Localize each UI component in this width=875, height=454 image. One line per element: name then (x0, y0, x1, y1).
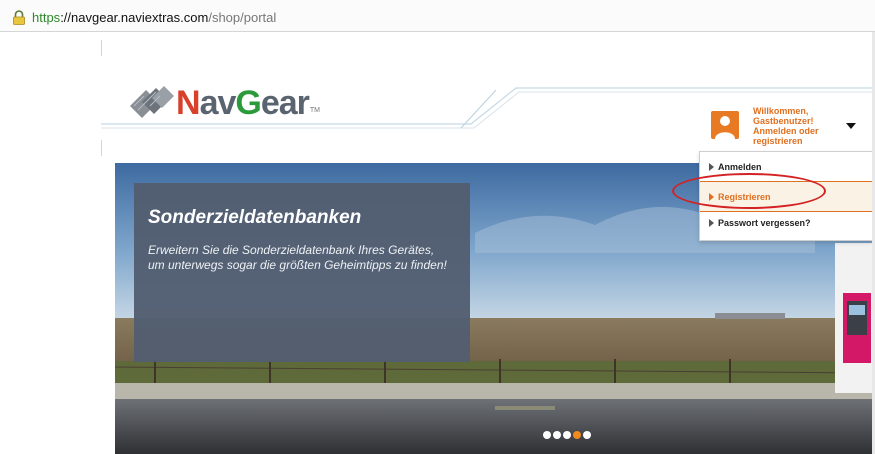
slide-dot-3[interactable] (563, 431, 571, 439)
slide-dot-2[interactable] (553, 431, 561, 439)
highlight-ellipse (672, 173, 826, 209)
logo-mark-icon (130, 86, 174, 118)
logo-wordmark: NavGear (176, 84, 310, 122)
address-bar[interactable]: https://navgear.naviextras.com/shop/port… (0, 0, 875, 32)
triangle-right-icon (709, 163, 714, 171)
slide-dot-1[interactable] (543, 431, 551, 439)
user-menu-toggle[interactable]: Willkommen, Gastbenutzer! Anmelden oder … (703, 103, 873, 153)
lock-icon (12, 9, 26, 25)
hero-title: Sonderzieldatenbanken (148, 207, 362, 228)
url-field[interactable]: https://navgear.naviextras.com/shop/port… (12, 7, 276, 27)
user-avatar-icon (711, 111, 739, 139)
menu-item-passwort-vergessen[interactable]: Passwort vergessen? (700, 208, 874, 238)
frame-line-top (101, 40, 102, 56)
frame-line-mid (101, 140, 102, 156)
triangle-right-icon (709, 219, 714, 227)
welcome-text: Willkommen, Gastbenutzer! Anmelden oder … (753, 106, 819, 146)
navgear-logo[interactable]: NavGear TM (128, 74, 320, 122)
chevron-down-icon[interactable] (846, 123, 856, 129)
slide-dots (543, 431, 593, 439)
slide-dot-4[interactable] (573, 431, 581, 439)
url-text: https://navgear.naviextras.com/shop/port… (32, 9, 277, 25)
trademark-mark: TM (309, 107, 321, 114)
slide-dot-5[interactable] (583, 431, 591, 439)
hero-caption-panel[interactable]: Sonderzieldatenbanken Erweitern Sie die … (134, 183, 470, 362)
hero-description: Erweitern Sie die Sonderzieldatenbank Ih… (148, 243, 447, 272)
